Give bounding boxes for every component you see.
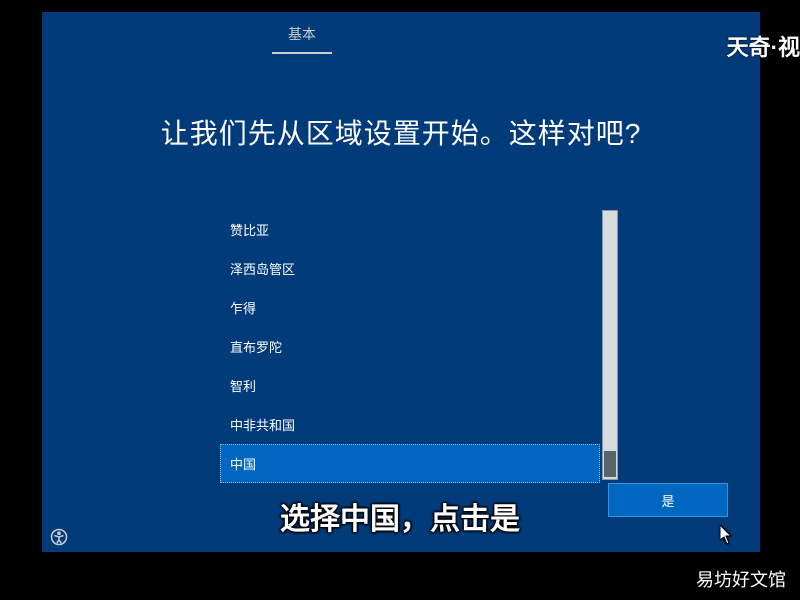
oobe-window: 基本 让我们先从区域设置开始。这样对吧? 赞比亚泽西岛管区乍得直布罗陀智利中非共… <box>42 12 760 552</box>
region-item[interactable]: 赞比亚 <box>220 210 600 249</box>
accessibility-icon[interactable] <box>50 528 68 546</box>
scrollbar-thumb[interactable] <box>604 451 616 477</box>
page-title: 让我们先从区域设置开始。这样对吧? <box>42 112 760 152</box>
video-frame: 基本 让我们先从区域设置开始。这样对吧? 赞比亚泽西岛管区乍得直布罗陀智利中非共… <box>0 0 800 600</box>
scrollbar[interactable] <box>602 210 618 480</box>
yes-button[interactable]: 是 <box>608 483 728 517</box>
region-item[interactable]: 中非共和国 <box>220 405 600 444</box>
region-item[interactable]: 泽西岛管区 <box>220 249 600 288</box>
watermark-bottom-right: 易坊好文馆 <box>696 566 786 592</box>
region-item[interactable]: 中国 <box>220 444 600 483</box>
region-item[interactable]: 乍得 <box>220 288 600 327</box>
watermark-top-right: 天奇·视 <box>727 30 800 62</box>
region-item[interactable]: 直布罗陀 <box>220 327 600 366</box>
region-list[interactable]: 赞比亚泽西岛管区乍得直布罗陀智利中非共和国中国 <box>220 210 600 480</box>
tab-basic[interactable]: 基本 <box>272 24 332 54</box>
region-item[interactable]: 智利 <box>220 366 600 405</box>
